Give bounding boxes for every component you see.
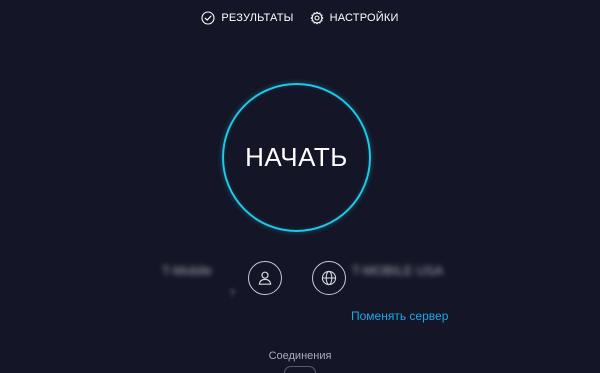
connections-toggle[interactable] xyxy=(284,366,316,373)
top-navigation: РЕЗУЛЬТАТЫ НАСТРОЙКИ xyxy=(0,11,600,25)
connections-label: Соединения xyxy=(268,350,332,362)
check-circle-icon xyxy=(201,11,215,25)
start-test-area: НАЧАТЬ xyxy=(222,83,371,232)
provider-name: T-Mobile xyxy=(162,263,212,278)
user-icon xyxy=(248,261,282,295)
results-nav-item[interactable]: РЕЗУЛЬТАТЫ xyxy=(201,11,293,25)
start-button[interactable]: НАЧАТЬ xyxy=(222,83,371,232)
settings-label: НАСТРОЙКИ xyxy=(329,12,399,24)
change-server-link[interactable]: Поменять сервер xyxy=(351,309,448,323)
server-name: T-MOBILE USA xyxy=(352,263,444,278)
start-label: НАЧАТЬ xyxy=(245,142,348,172)
results-label: РЕЗУЛЬТАТЫ xyxy=(221,12,294,24)
gear-icon xyxy=(310,11,324,25)
globe-icon xyxy=(312,261,346,295)
provider-ip: ? xyxy=(229,288,236,300)
settings-nav-item[interactable]: НАСТРОЙКИ xyxy=(310,11,399,25)
